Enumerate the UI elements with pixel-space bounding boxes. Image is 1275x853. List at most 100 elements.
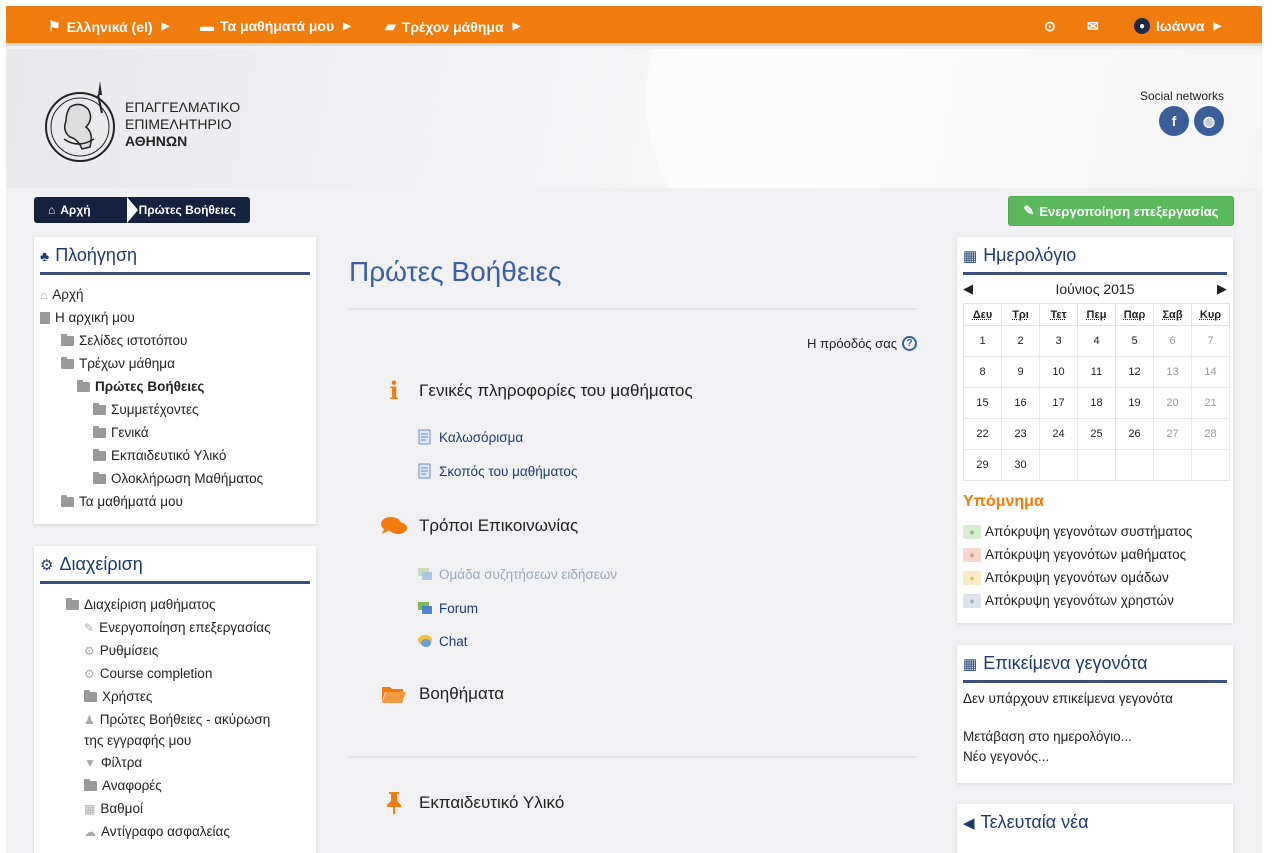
calendar-day[interactable]: 30 <box>1001 449 1040 481</box>
logo-text: ΕΠΑΓΓΕΛΜΑΤΙΚΟ ΕΠΙΜΕΛΗΤΗΡΙΟ ΑΘΗΝΩΝ <box>125 99 240 150</box>
calendar-day[interactable]: 29 <box>963 449 1002 481</box>
legend-item-course[interactable]: ● Απόκρυψη γεγονότων μαθήματος <box>963 547 1186 562</box>
current-course-menu[interactable]: ▰ Τρέχον μάθημα ▶ <box>385 18 520 35</box>
nav-item-home[interactable]: ⌂ Αρχή <box>40 287 84 302</box>
previous-month-button[interactable]: ◀ <box>963 281 973 297</box>
my-courses-menu[interactable]: ▬ Τα μαθήματά μου ▶ <box>200 18 351 34</box>
nav-item-participants[interactable]: Συμμετέχοντες <box>93 402 199 417</box>
calendar-day[interactable]: 2 <box>1001 325 1040 357</box>
cloud-upload-icon: ☁ <box>84 824 96 839</box>
folder-icon <box>84 689 97 702</box>
calendar-day[interactable]: 18 <box>1077 387 1116 419</box>
admin-item-turn-editing-on[interactable]: ✎ Ενεργοποίηση επεξεργασίας <box>84 620 271 635</box>
calendar-day[interactable]: 1 <box>963 325 1002 357</box>
calendar-day[interactable]: 14 <box>1191 356 1230 388</box>
calendar-day <box>1039 449 1078 481</box>
admin-item-reports[interactable]: Αναφορές <box>84 778 162 793</box>
weekday-header: Δευ <box>963 303 1002 326</box>
activity-course-purpose[interactable]: Σκοπός του μαθήματος <box>417 463 577 479</box>
page-icon <box>40 311 50 324</box>
calendar-day[interactable]: 22 <box>963 418 1002 450</box>
calendar-day[interactable]: 11 <box>1077 356 1116 388</box>
nav-item-site-pages[interactable]: Σελίδες ιστοτόπου <box>61 333 187 348</box>
admin-item-course-completion[interactable]: ⚙ Course completion <box>84 666 212 681</box>
nav-item-course-completion[interactable]: Ολοκλήρωση Μαθήματος <box>93 471 263 486</box>
navigation-title: Πλοήγηση <box>55 245 138 265</box>
activity-forum[interactable]: Forum <box>417 600 478 616</box>
new-event-link[interactable]: Νέο γεγονός... <box>963 749 1049 764</box>
calendar-day[interactable]: 15 <box>963 387 1002 419</box>
prometheus-logo[interactable] <box>44 77 120 165</box>
section-general-info[interactable]: i Γενικές πληροφορίες του μαθήματος <box>381 376 692 405</box>
messages-button[interactable]: ✉ <box>1087 18 1099 35</box>
my-courses-label: Τα μαθήματά μου <box>220 18 335 34</box>
calendar-day[interactable]: 20 <box>1153 387 1192 419</box>
breadcrumb-separator <box>127 197 138 223</box>
gears-icon: ⚙ <box>40 556 54 574</box>
calendar-day[interactable]: 7 <box>1191 325 1230 357</box>
calendar-day[interactable]: 3 <box>1039 325 1078 357</box>
next-month-button[interactable]: ▶ <box>1217 281 1227 297</box>
calendar-day[interactable]: 5 <box>1115 325 1154 357</box>
calendar-day[interactable]: 13 <box>1153 356 1192 388</box>
calendar-day[interactable]: 21 <box>1191 387 1230 419</box>
calendar-day[interactable]: 26 <box>1115 418 1154 450</box>
pencil-icon: ✎ <box>84 620 95 635</box>
activity-label: Chat <box>439 633 468 649</box>
legend-item-system[interactable]: ● Απόκρυψη γεγονότων συστήματος <box>963 524 1192 539</box>
admin-item-unenrol[interactable]: ♟ Πρώτες Βοήθειες - ακύρωση <box>84 712 270 727</box>
turn-editing-on-button[interactable]: ✎ Ενεργοποίηση επεξεργασίας <box>1008 196 1234 226</box>
admin-item-filters[interactable]: ▼ Φίλτρα <box>84 755 142 770</box>
facebook-button[interactable]: f <box>1159 106 1189 136</box>
calendar-day[interactable]: 17 <box>1039 387 1078 419</box>
activity-news-forum[interactable]: Ομάδα συζητήσεων ειδήσεων <box>417 566 617 582</box>
calendar-day[interactable]: 25 <box>1077 418 1116 450</box>
calendar-day[interactable]: 8 <box>963 356 1002 388</box>
activity-welcome[interactable]: Καλωσόρισμα <box>417 429 523 445</box>
page-icon <box>418 429 431 445</box>
help-icon[interactable]: ? <box>902 336 917 351</box>
calendar-day[interactable]: 4 <box>1077 325 1116 357</box>
calendar-day[interactable]: 9 <box>1001 356 1040 388</box>
legend-item-users[interactable]: ● Απόκρυψη γεγονότων χρηστών <box>963 593 1174 608</box>
nav-item-current-course[interactable]: Τρέχων μάθημα <box>61 356 175 371</box>
legend-item-groups[interactable]: ● Απόκρυψη γεγονότων ομάδων <box>963 570 1169 585</box>
notifications-button[interactable]: ⊙ <box>1044 18 1056 35</box>
calendar-icon: ▦ <box>963 247 978 265</box>
nav-item-label: Η αρχική μου <box>55 310 135 325</box>
nav-item-my-courses[interactable]: Τα μαθήματά μου <box>61 494 183 509</box>
website-button[interactable]: ◍ <box>1194 106 1224 136</box>
nav-item-my-home[interactable]: Η αρχική μου <box>40 310 135 325</box>
nav-item-first-aid[interactable]: Πρώτες Βοήθειες <box>77 379 204 394</box>
nav-item-general[interactable]: Γενικά <box>93 425 149 440</box>
nav-item-label: Σελίδες ιστοτόπου <box>79 333 188 348</box>
admin-item-course-admin[interactable]: Διαχείριση μαθήματος <box>66 597 216 612</box>
nav-item-educational-material[interactable]: Εκπαιδευτικό Υλικό <box>93 448 226 463</box>
admin-item-users[interactable]: Χρήστες <box>84 689 152 704</box>
calendar-day[interactable]: 12 <box>1115 356 1154 388</box>
section-resources[interactable]: Βοηθήματα <box>381 684 504 704</box>
calendar-day[interactable]: 27 <box>1153 418 1192 450</box>
calendar-day[interactable]: 6 <box>1153 325 1192 357</box>
calendar-day[interactable]: 19 <box>1115 387 1154 419</box>
go-to-calendar-link[interactable]: Μετάβαση στο ημερολόγιο... <box>963 729 1132 744</box>
upcoming-events-block: ▦ Επικείμενα γεγονότα Δεν υπάρχουν επικε… <box>957 645 1233 783</box>
folder-icon <box>93 425 106 438</box>
admin-item-backup[interactable]: ☁ Αντίγραφο ασφαλείας <box>84 824 230 839</box>
language-menu[interactable]: ⚑ Ελληνικά (el) ▶ <box>48 18 169 35</box>
calendar-day[interactable]: 23 <box>1001 418 1040 450</box>
calendar-day <box>1077 449 1116 481</box>
admin-item-unenrol-continued[interactable]: της εγγραφής μου <box>84 733 191 748</box>
activity-chat[interactable]: Chat <box>417 633 468 649</box>
calendar-day[interactable]: 24 <box>1039 418 1078 450</box>
admin-item-settings[interactable]: ⚙ Ρυθμίσεις <box>84 643 158 658</box>
calendar-day[interactable]: 10 <box>1039 356 1078 388</box>
section-communication[interactable]: Τρόποι Επικοινωνίας <box>381 516 578 536</box>
breadcrumb: ⌂ Αρχή Πρώτες Βοήθειες <box>34 197 250 223</box>
calendar-day[interactable]: 28 <box>1191 418 1230 450</box>
section-educational-material[interactable]: Εκπαιδευτικό Υλικό <box>381 791 564 815</box>
calendar-day[interactable]: 16 <box>1001 387 1040 419</box>
admin-item-grades[interactable]: ▦ Βαθμοί <box>84 801 143 816</box>
user-menu[interactable]: ● Ιωάννα ▶ <box>1134 18 1221 34</box>
breadcrumb-home[interactable]: ⌂ Αρχή <box>34 197 121 223</box>
